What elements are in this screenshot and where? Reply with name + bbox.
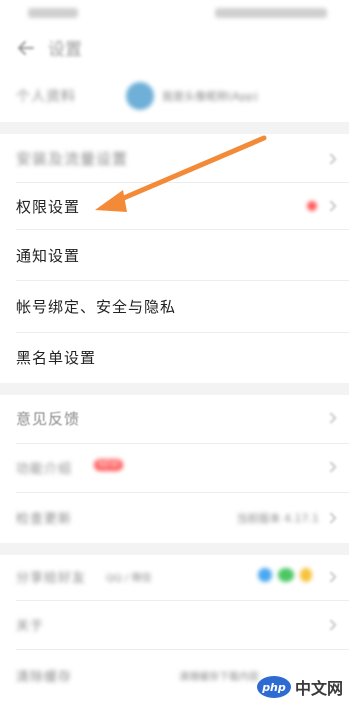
top-bar: 设置 <box>0 30 349 68</box>
chevron-right-icon <box>325 412 337 424</box>
chevron-right-icon <box>325 619 337 631</box>
settings-row-permissions[interactable]: 权限设置 <box>0 183 349 229</box>
section-gap <box>0 122 349 134</box>
settings-row-notifications[interactable]: 通知设置 <box>0 230 349 280</box>
settings-row-intro[interactable]: 功能介绍 NEW <box>0 444 349 492</box>
chevron-right-icon <box>325 512 337 524</box>
back-arrow-icon[interactable] <box>14 36 38 60</box>
clear-value: 清理缓存下载内容 <box>179 672 259 683</box>
settings-row-about[interactable]: 关于 <box>0 601 349 649</box>
profile-row[interactable]: 个人资料 我是头像昵称(App) <box>0 72 349 122</box>
profile-value: 我是头像昵称(App) <box>162 90 259 103</box>
row-label-feedback: 意见反馈 <box>16 410 81 428</box>
settings-row-account[interactable]: 帐号绑定、安全与隐私 <box>0 281 349 332</box>
chevron-right-icon <box>325 200 337 212</box>
section-gap <box>0 383 349 395</box>
row-label-update: 检查更新 <box>16 512 73 527</box>
row-label-clear: 清除缓存 <box>16 670 73 685</box>
watermark: php 中文网 <box>256 675 343 699</box>
moments-icon <box>300 568 312 582</box>
row-label-account: 帐号绑定、安全与隐私 <box>16 298 177 316</box>
chevron-right-icon <box>325 461 337 473</box>
qq-icon <box>258 568 272 582</box>
status-bar-left <box>28 8 78 18</box>
update-value: 当前版本 4.17.1 <box>236 512 319 525</box>
row-label-about: 关于 <box>16 619 45 634</box>
status-bar-right <box>215 8 327 18</box>
chevron-right-icon <box>325 153 337 165</box>
row-label-notifications: 通知设置 <box>16 247 81 265</box>
watermark-text: 中文网 <box>294 679 343 698</box>
row-label-share: 分享给好友 <box>16 571 87 586</box>
settings-row-install[interactable]: 安装及流量设置 <box>0 134 349 184</box>
share-value: QQ / 微信 <box>106 573 152 584</box>
row-label-permissions: 权限设置 <box>16 198 81 216</box>
settings-row-feedback[interactable]: 意见反馈 <box>0 395 349 443</box>
new-badge: NEW <box>94 459 124 471</box>
settings-row-blacklist[interactable]: 黑名单设置 <box>0 333 349 383</box>
profile-label: 个人资料 <box>16 89 76 105</box>
wechat-icon <box>278 568 294 582</box>
row-label-intro: 功能介绍 <box>16 462 73 477</box>
status-bar <box>0 0 349 30</box>
row-label-blacklist: 黑名单设置 <box>16 349 97 367</box>
red-dot-badge <box>307 201 317 211</box>
settings-row-update[interactable]: 检查更新 当前版本 4.17.1 <box>0 493 349 543</box>
php-logo-icon: php <box>256 676 291 698</box>
chevron-right-icon <box>325 571 337 583</box>
row-label-install: 安装及流量设置 <box>16 150 129 168</box>
avatar <box>126 82 154 110</box>
settings-row-share[interactable]: 分享给好友 QQ / 微信 <box>0 555 349 600</box>
page-title: 设置 <box>48 40 82 60</box>
section-gap <box>0 543 349 555</box>
